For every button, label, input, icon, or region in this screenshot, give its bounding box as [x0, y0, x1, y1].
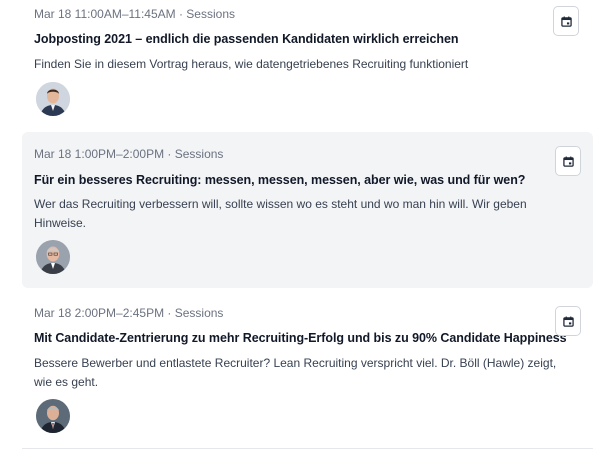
add-to-calendar-button[interactable] [555, 306, 581, 336]
session-card[interactable]: Mar 18 2:00PM–2:45PM · Sessions Mit Cand… [22, 292, 593, 444]
list-divider [22, 448, 593, 449]
session-title[interactable]: Mit Candidate-Zentrierung zu mehr Recrui… [34, 331, 567, 345]
session-description: Finden Sie in diesem Vortrag heraus, wie… [34, 57, 469, 71]
calendar-add-icon [562, 315, 574, 327]
session-list: Mar 18 11:00AM–11:45AM · Sessions Jobpos… [0, 0, 600, 450]
session-card[interactable]: Mar 18 11:00AM–11:45AM · Sessions Jobpos… [22, 0, 593, 128]
calendar-add-icon [562, 155, 574, 167]
speaker-avatar[interactable] [36, 399, 70, 433]
session-card[interactable]: Mar 18 1:00PM–2:00PM · Sessions Für ein … [22, 132, 593, 288]
add-to-calendar-button[interactable] [553, 6, 579, 36]
add-to-calendar-button[interactable] [555, 146, 581, 176]
session-meta: Mar 18 2:00PM–2:45PM · Sessions [34, 306, 224, 320]
speaker-avatar[interactable] [36, 240, 70, 274]
session-description: Wer das Recruiting verbessern will, soll… [34, 197, 527, 230]
session-meta: Mar 18 11:00AM–11:45AM · Sessions [34, 7, 235, 21]
session-title[interactable]: Jobposting 2021 – endlich die passenden … [34, 32, 459, 46]
session-meta: Mar 18 1:00PM–2:00PM · Sessions [34, 147, 224, 161]
session-title[interactable]: Für ein besseres Recruiting: messen, mes… [34, 173, 525, 187]
speaker-avatar[interactable] [36, 82, 70, 116]
session-description: Bessere Bewerber und entlastete Recruite… [34, 356, 557, 389]
calendar-add-icon [560, 15, 572, 27]
